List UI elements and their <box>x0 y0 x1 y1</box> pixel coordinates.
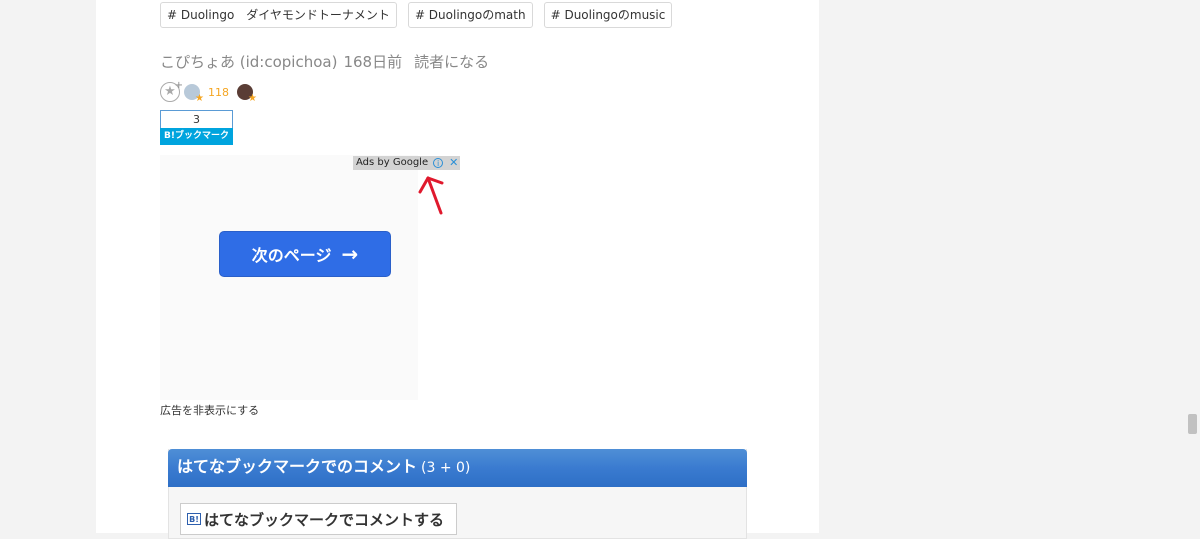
arrow-right-icon: → <box>341 242 359 266</box>
info-icon[interactable]: i <box>433 158 444 168</box>
comments-header: はてなブックマークでのコメント (3 + 0) <box>168 449 747 487</box>
star-count[interactable]: 118 <box>208 86 229 99</box>
page-left-margin <box>0 0 96 533</box>
comments-header-title: はてなブックマークでのコメント <box>177 457 418 476</box>
tag-duolingo-music[interactable]: # Duolingoのmusic <box>543 2 673 28</box>
scrollbar-track[interactable] <box>1185 0 1200 533</box>
close-icon[interactable]: ✕ <box>449 156 458 170</box>
add-star-button[interactable]: ★ + <box>160 80 183 102</box>
star-icon: ★ <box>248 93 257 104</box>
ad-area <box>160 155 418 400</box>
next-page-label: 次のページ <box>251 246 332 265</box>
star-icon: ★ <box>195 93 204 104</box>
tag-duolingo-math[interactable]: # Duolingoのmath <box>407 2 533 28</box>
author-line: こぴちょあ (id:copichoa) 168日前 読者になる <box>160 51 495 72</box>
right-sidebar <box>819 0 1185 533</box>
hatena-bookmark-widget[interactable]: 3 B!ブックマーク <box>160 110 233 145</box>
post-age[interactable]: 168日前 <box>343 53 402 71</box>
avatar[interactable]: ★ <box>237 84 257 104</box>
tag-duolingo-diamond[interactable]: # Duolingo ダイヤモンドトーナメント <box>160 2 397 28</box>
bookmark-button[interactable]: B!ブックマーク <box>160 128 233 145</box>
next-page-button[interactable]: 次のページ → <box>219 231 391 277</box>
star-bar: ★ + ★ 118 ★ <box>160 80 257 104</box>
plus-icon: + <box>174 80 183 91</box>
scrollbar-thumb[interactable] <box>1188 414 1197 434</box>
comment-on-hatena-button[interactable]: B! はてなブックマークでコメントする <box>180 503 457 535</box>
hide-ads-link[interactable]: 広告を非表示にする <box>160 402 259 418</box>
comments-count: (3 + 0) <box>421 460 471 476</box>
author-name[interactable]: こぴちょあ (id:copichoa) <box>160 53 337 71</box>
comment-on-hatena-label: はてなブックマークでコメントする <box>204 510 445 529</box>
tag-list: # Duolingo ダイヤモンドトーナメント # Duolingoのmath … <box>160 2 673 28</box>
subscribe-link[interactable]: 読者になる <box>414 53 489 71</box>
red-arrow-annotation <box>418 176 444 215</box>
avatar[interactable]: ★ <box>184 84 204 104</box>
bookmark-count[interactable]: 3 <box>160 110 233 128</box>
hatena-bookmark-icon: B! <box>187 513 201 525</box>
